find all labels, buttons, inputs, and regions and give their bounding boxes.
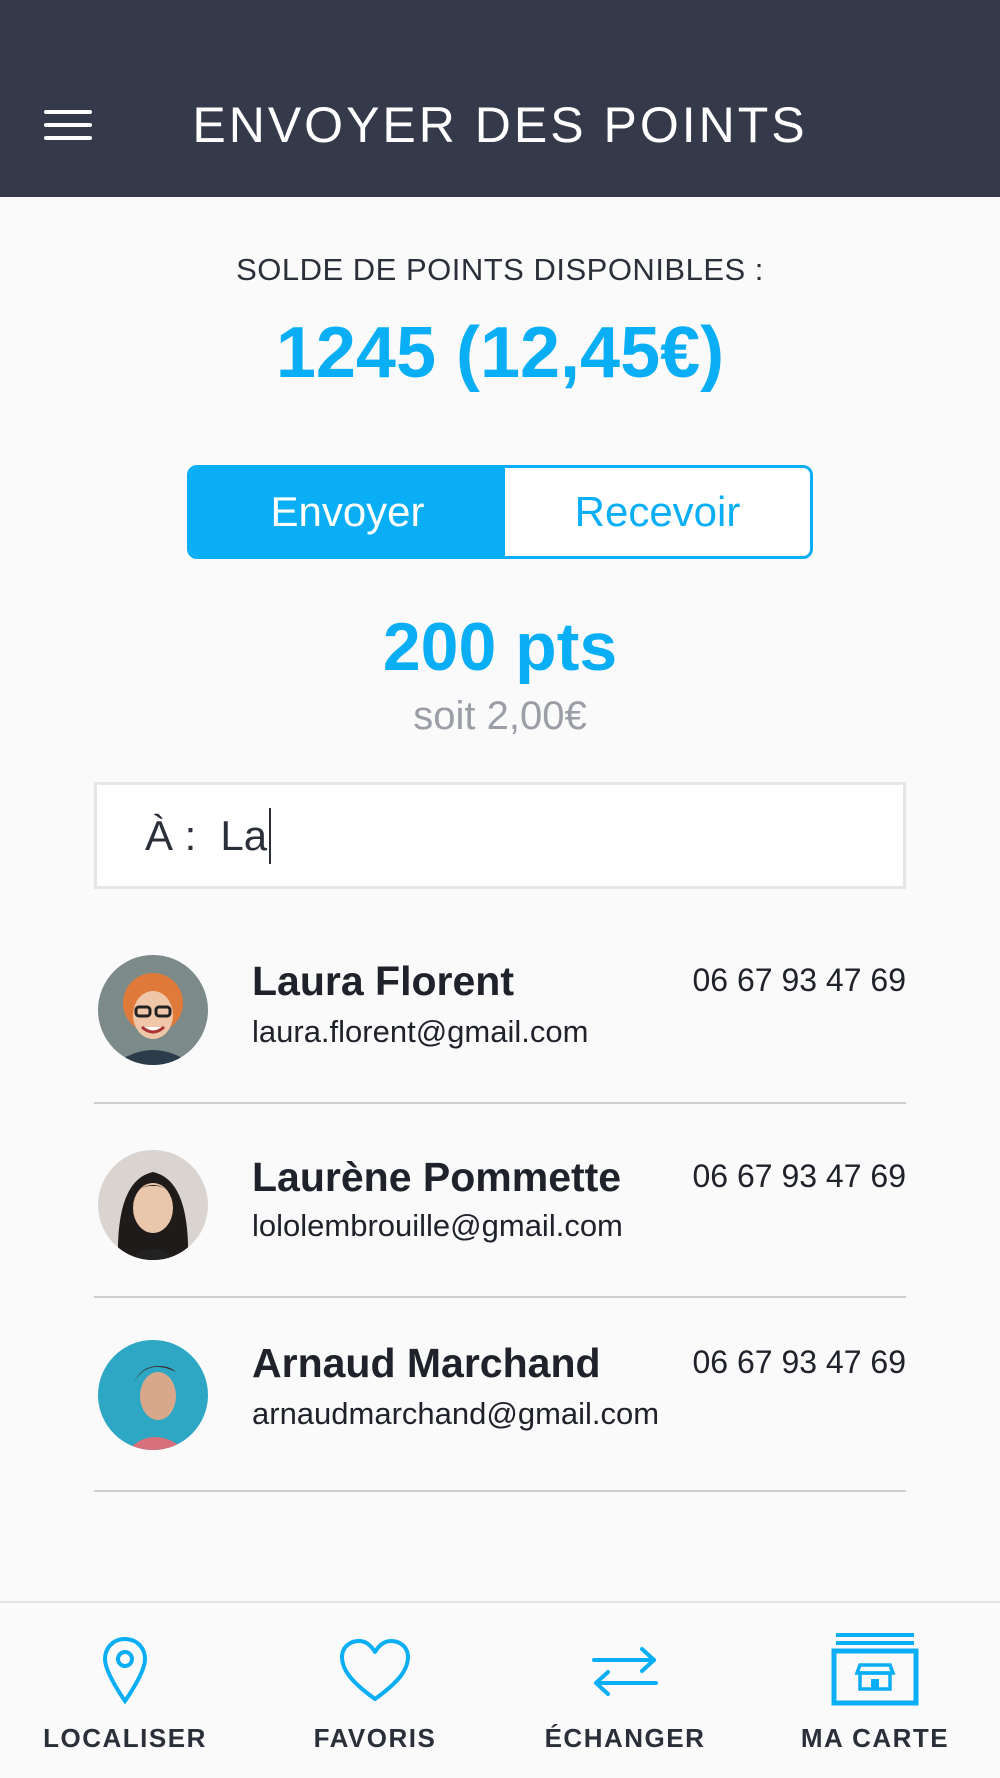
tab-echanger[interactable]: ÉCHANGER bbox=[500, 1603, 750, 1778]
recipient-input[interactable]: À : La bbox=[94, 782, 906, 889]
balance-value: 1245 (12,45€) bbox=[275, 313, 725, 393]
contact-phone: 06 67 93 47 69 bbox=[692, 1344, 906, 1380]
tab-ma-carte[interactable]: MA CARTE bbox=[750, 1603, 1000, 1778]
exchange-arrows-icon bbox=[592, 1647, 658, 1696]
amount-equivalent: soit 2,00€ bbox=[413, 694, 587, 738]
points-amount[interactable]: 200 pts bbox=[0, 608, 1000, 686]
contact-row[interactable]: Arnaud Marchand arnaudmarchand@gmail.com… bbox=[94, 1298, 906, 1492]
bottom-tab-bar: LOCALISER FAVORIS ÉCHANGER MA CARTE bbox=[0, 1601, 1000, 1778]
contact-name: Laura Florent bbox=[252, 958, 514, 1004]
send-receive-toggle: Envoyer Recevoir bbox=[187, 465, 813, 559]
contact-email: laura.florent@gmail.com bbox=[252, 1014, 589, 1049]
balance-label: SOLDE DE POINTS DISPONIBLES : bbox=[236, 252, 764, 287]
tab-label: FAVORIS bbox=[313, 1723, 437, 1753]
avatar bbox=[98, 1150, 208, 1260]
contact-phone: 06 67 93 47 69 bbox=[692, 962, 906, 998]
tab-label: LOCALISER bbox=[43, 1723, 207, 1753]
heart-icon bbox=[340, 1639, 410, 1701]
tab-label: MA CARTE bbox=[800, 1723, 950, 1753]
receive-tab[interactable]: Recevoir bbox=[505, 468, 810, 556]
location-pin-icon bbox=[102, 1636, 148, 1705]
send-tab[interactable]: Envoyer bbox=[190, 468, 505, 556]
recipient-label: À : bbox=[145, 811, 197, 859]
contact-email: arnaudmarchand@gmail.com bbox=[252, 1396, 660, 1431]
tab-localiser[interactable]: LOCALISER bbox=[0, 1603, 250, 1778]
contact-row[interactable]: Laurène Pommette lololembrouille@gmail.c… bbox=[94, 1104, 906, 1298]
contact-phone: 06 67 93 47 69 bbox=[692, 1158, 906, 1194]
contact-email: lololembrouille@gmail.com bbox=[252, 1208, 623, 1243]
contact-name: Arnaud Marchand bbox=[252, 1340, 601, 1386]
avatar bbox=[98, 1340, 208, 1450]
contact-row[interactable]: Laura Florent laura.florent@gmail.com 06… bbox=[94, 910, 906, 1104]
app-header: ENVOYER DES POINTS bbox=[0, 0, 1000, 197]
text-caret bbox=[269, 807, 272, 864]
card-store-icon bbox=[831, 1633, 919, 1706]
hamburger-menu-icon[interactable] bbox=[44, 108, 94, 144]
recipient-value: La bbox=[220, 811, 268, 859]
tab-label: ÉCHANGER bbox=[544, 1723, 706, 1753]
tab-favoris[interactable]: FAVORIS bbox=[250, 1603, 500, 1778]
page-title: ENVOYER DES POINTS bbox=[192, 97, 808, 153]
contact-name: Laurène Pommette bbox=[252, 1154, 622, 1200]
avatar bbox=[98, 955, 208, 1065]
